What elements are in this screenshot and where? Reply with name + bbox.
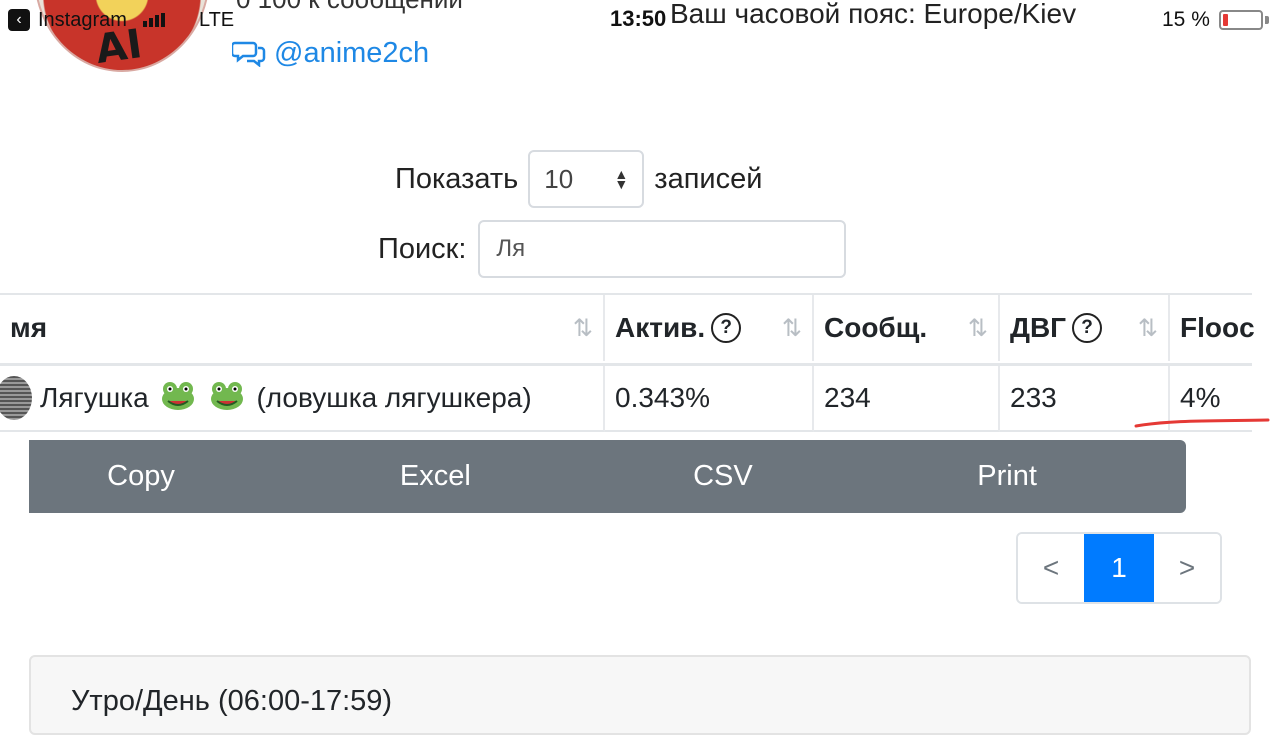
status-bar-left: ‹ Instagram LTE [8, 6, 234, 34]
clipped-header-text: 0 100 к сообщений [236, 0, 463, 15]
signal-icon [142, 13, 165, 27]
column-label: Сообщ. [824, 312, 928, 343]
search-input[interactable]: Ля [478, 220, 847, 278]
time-period-title: Утро/День (06:00-17:59) [71, 685, 393, 717]
table-row[interactable]: Лягушка (ловушка лягушкера) 0.343% 234 2… [0, 366, 1252, 432]
network-type: LTE [198, 8, 235, 31]
column-header-dvg[interactable]: ДВГ ? ⇅ [1000, 295, 1170, 361]
help-circle-icon[interactable]: ? [711, 313, 742, 343]
comments-icon [232, 41, 266, 67]
next-page-button[interactable]: > [1154, 534, 1220, 602]
user-avatar [0, 376, 32, 420]
back-app-label[interactable]: Instagram [38, 9, 127, 32]
table-header-row: мя ⇅ Актив. ? ⇅ Сообщ. ⇅ ДВГ ? ⇅ Flooc [0, 293, 1255, 366]
search-label: Поиск: [378, 232, 467, 265]
current-page-button[interactable]: 1 [1084, 534, 1154, 602]
battery-percent: 15 % [1162, 8, 1210, 31]
column-label: Flooc [1180, 312, 1255, 343]
timezone-text: Ваш часовой пояс: Europe/Kiev [670, 0, 1077, 29]
activity-cell: 0.343% [605, 366, 814, 432]
excel-button[interactable]: Excel [253, 440, 618, 513]
sort-icon[interactable]: ⇅ [573, 314, 593, 343]
sort-icon[interactable]: ⇅ [968, 314, 988, 343]
export-buttons-bar: Copy Excel CSV Print [29, 440, 1186, 513]
channel-link[interactable]: @anime2ch [232, 36, 429, 70]
column-label: Актив. [615, 312, 706, 343]
column-header-flood[interactable]: Flooc [1170, 295, 1255, 361]
select-arrows-icon: ▲ ▼ [614, 166, 629, 192]
pagination: < 1 > [1016, 532, 1222, 604]
show-label: Показать [395, 162, 519, 195]
frog-emoji-icon [157, 379, 249, 418]
channel-handle[interactable]: @anime2ch [274, 37, 429, 70]
sort-icon[interactable]: ⇅ [1138, 314, 1158, 343]
column-header-activity[interactable]: Актив. ? ⇅ [605, 295, 814, 361]
entries-length-control: Показать 10 ▲ ▼ записей [395, 150, 762, 208]
red-underline-annotation [1134, 418, 1270, 428]
column-label: ДВГ [1010, 312, 1067, 343]
csv-button[interactable]: CSV [618, 440, 828, 513]
user-cell[interactable]: Лягушка (ловушка лягушкера) [0, 366, 605, 432]
show-suffix-label: записей [654, 162, 763, 195]
column-label: мя [10, 312, 48, 343]
battery-level-fill [1223, 14, 1228, 26]
column-header-messages[interactable]: Сообщ. ⇅ [814, 295, 1000, 361]
print-button[interactable]: Print [828, 440, 1186, 513]
stats-table: мя ⇅ Актив. ? ⇅ Сообщ. ⇅ ДВГ ? ⇅ Flooc Л… [0, 293, 1255, 432]
battery-icon [1219, 10, 1263, 30]
entries-select[interactable]: 10 ▲ ▼ [528, 150, 645, 208]
entries-select-value: 10 [544, 163, 574, 194]
sort-icon[interactable]: ⇅ [782, 314, 802, 343]
search-control: Поиск: Ля [378, 220, 847, 278]
time-period-card: Утро/День (06:00-17:59) [29, 655, 1251, 735]
battery-nub [1265, 16, 1269, 24]
previous-page-button[interactable]: < [1018, 534, 1084, 602]
copy-button[interactable]: Copy [29, 440, 253, 513]
user-title: (ловушка лягушкера) [256, 382, 532, 413]
back-chevron-icon[interactable]: ‹ [8, 9, 30, 31]
user-name: Лягушка [40, 382, 149, 413]
column-header-name[interactable]: мя ⇅ [0, 295, 605, 361]
messages-cell: 234 [814, 366, 1000, 432]
status-time: 13:50 [610, 6, 667, 31]
help-circle-icon[interactable]: ? [1072, 313, 1103, 343]
